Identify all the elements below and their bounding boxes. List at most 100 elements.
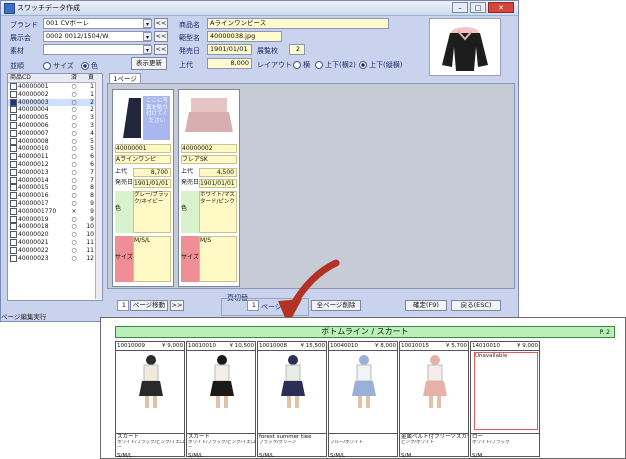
list-item[interactable]: 40000008 ○ 5 — [8, 137, 102, 146]
row-checkbox[interactable] — [10, 192, 17, 200]
next-button[interactable]: >> — [170, 300, 184, 311]
model-field[interactable]: 40000038.jpg — [207, 31, 282, 42]
date-field[interactable]: 1901/01/01 — [207, 44, 252, 55]
product-card[interactable]: ここに写真を貼り付けてください 40000001 Aラインワンピ 上代 8,700 発売日… — [112, 89, 174, 287]
page-number-field[interactable]: 1 — [117, 300, 129, 311]
list-item[interactable]: 40000018 ○ 10 — [8, 223, 102, 231]
chevron-down-icon[interactable]: ▾ — [143, 19, 152, 28]
sort-option-size[interactable]: サイズ — [43, 61, 74, 71]
row-checkbox[interactable] — [10, 238, 17, 246]
row-checkbox[interactable] — [10, 98, 17, 106]
row-checkbox[interactable] — [10, 145, 17, 153]
refresh-button[interactable]: 表示更新 — [131, 57, 167, 70]
row-page: 5 — [90, 145, 94, 153]
list-item[interactable]: 40000016 ○ 8 — [8, 192, 102, 200]
col-code-header[interactable]: 商品CD — [8, 74, 68, 82]
list-item[interactable]: 40000011 ○ 6 — [8, 153, 102, 161]
category-prev-button[interactable]: << — [154, 44, 168, 55]
list-item[interactable]: 40000002 ○ 1 — [8, 90, 102, 99]
card-name: フレアSK — [181, 155, 237, 164]
row-checkbox[interactable] — [10, 106, 17, 114]
row-checkbox[interactable] — [10, 168, 17, 176]
row-checkbox[interactable] — [10, 246, 17, 254]
row-status: ○ — [71, 90, 77, 98]
card-size-label: サイズ — [115, 254, 133, 261]
list-item[interactable]: 40000021 ○ 11 — [8, 238, 102, 247]
list-item[interactable]: 40000022 ○ 11 — [8, 246, 102, 255]
col-page-header[interactable]: 頁 — [80, 74, 96, 82]
row-checkbox[interactable] — [10, 90, 17, 98]
product-name-field[interactable]: Aラインワンピース — [207, 18, 389, 29]
row-checkbox[interactable] — [10, 121, 17, 129]
window-title: スワッチデータ作成 — [17, 4, 80, 12]
list-item[interactable]: 40000013 ○ 7 — [8, 168, 102, 177]
app-window: スワッチデータ作成 – □ ✕ ブランド 001 CVボーレ ▾ << 展示会 … — [0, 0, 519, 322]
row-checkbox[interactable] — [10, 223, 17, 231]
row-checkbox[interactable] — [10, 184, 17, 192]
list-item[interactable]: 40000017 ○ 9 — [8, 199, 102, 208]
product-card[interactable]: 40000002 フレアSK 上代 4,500 発売日 1901/01/01 色 ホワイト/マ… — [178, 89, 240, 287]
brand-select[interactable]: 001 CVボーレ — [43, 18, 151, 29]
sort-option-color[interactable]: 色 — [81, 61, 98, 71]
row-code: 40000010 — [18, 145, 49, 153]
row-checkbox[interactable] — [10, 254, 17, 262]
report-item-code: 10010008 — [259, 343, 287, 349]
chevron-down-icon[interactable]: ▾ — [143, 45, 152, 54]
list-item[interactable]: 40000020 ○ 10 — [8, 231, 102, 239]
list-item[interactable]: 40000006 ○ 3 — [8, 121, 102, 130]
page-jump-field[interactable]: 1 — [247, 300, 259, 311]
ratio-field[interactable]: 2 — [289, 44, 305, 55]
list-scrollbar[interactable] — [95, 82, 102, 299]
product-image[interactable]: ここに写真を貼り付けてください — [115, 92, 171, 142]
row-checkbox[interactable] — [10, 231, 17, 239]
product-list[interactable]: 商品CD 済 頁 40000001 ○ 1 40000002 ○ 1 40000003 ○ 2 4… — [7, 73, 103, 301]
list-item[interactable]: 40000014 ○ 7 — [8, 176, 102, 185]
list-item[interactable]: 40000003 ○ 2 — [8, 98, 102, 107]
category-select[interactable] — [43, 44, 151, 55]
close-button[interactable]: 戻る(ESC) — [451, 300, 501, 311]
report-item-colors: ホワイト/ブラック/ピンク/イエロー — [188, 440, 256, 450]
list-item[interactable]: 40000004 ○ 2 — [8, 106, 102, 114]
event-select[interactable]: 0002 0012/1504/W — [43, 31, 151, 42]
list-item[interactable]: 40000012 ○ 6 — [8, 160, 102, 169]
layout-option-updown2[interactable]: 上下(横2) — [315, 60, 356, 70]
card-code: 40000002 — [181, 144, 237, 153]
list-item[interactable]: 40000019 ○ 9 — [8, 215, 102, 224]
product-image[interactable] — [181, 92, 237, 142]
list-item[interactable]: 4000001770 × 9 — [8, 207, 102, 216]
confirm-button[interactable]: 確定(F9) — [405, 300, 447, 311]
row-checkbox[interactable] — [10, 160, 17, 168]
list-item[interactable]: 40000001 ○ 1 — [8, 83, 102, 91]
layout-option-horizontal[interactable]: 横 — [293, 60, 310, 70]
row-checkbox[interactable] — [10, 153, 17, 161]
row-checkbox[interactable] — [10, 207, 17, 215]
row-checkbox[interactable] — [10, 114, 17, 122]
product-label: 商品名 — [179, 21, 200, 29]
brand-prev-button[interactable]: << — [154, 18, 168, 29]
card-date-label: 発売日 — [181, 179, 200, 186]
list-item[interactable]: 40000010 ○ 5 — [8, 145, 102, 153]
report-item-price: ¥ 8,000 — [375, 343, 396, 349]
list-item[interactable]: 40000005 ○ 3 — [8, 114, 102, 122]
row-checkbox[interactable] — [10, 129, 17, 137]
list-item[interactable]: 40000023 ○ 12 — [8, 254, 102, 263]
price-field[interactable]: 8,000 — [207, 58, 252, 69]
title-bar: スワッチデータ作成 – □ ✕ — [1, 1, 518, 16]
row-code: 40000012 — [18, 160, 49, 168]
layout-option-updown-vertical[interactable]: 上下(縦横) — [359, 60, 402, 70]
list-item[interactable]: 40000015 ○ 8 — [8, 184, 102, 192]
row-checkbox[interactable] — [10, 215, 17, 223]
minimize-button[interactable]: – — [452, 2, 468, 13]
event-prev-button[interactable]: << — [154, 31, 168, 42]
chevron-down-icon[interactable]: ▾ — [143, 32, 152, 41]
maximize-button[interactable]: □ — [470, 2, 486, 13]
col-done-header[interactable]: 済 — [68, 74, 80, 82]
row-checkbox[interactable] — [10, 199, 17, 207]
page-move-button[interactable]: ページ移動 — [130, 300, 168, 311]
row-page: 9 — [90, 207, 94, 215]
close-window-button[interactable]: ✕ — [488, 2, 514, 13]
row-checkbox[interactable] — [10, 83, 17, 90]
list-item[interactable]: 40000007 ○ 4 — [8, 129, 102, 138]
row-checkbox[interactable] — [10, 137, 17, 145]
row-checkbox[interactable] — [10, 176, 17, 184]
